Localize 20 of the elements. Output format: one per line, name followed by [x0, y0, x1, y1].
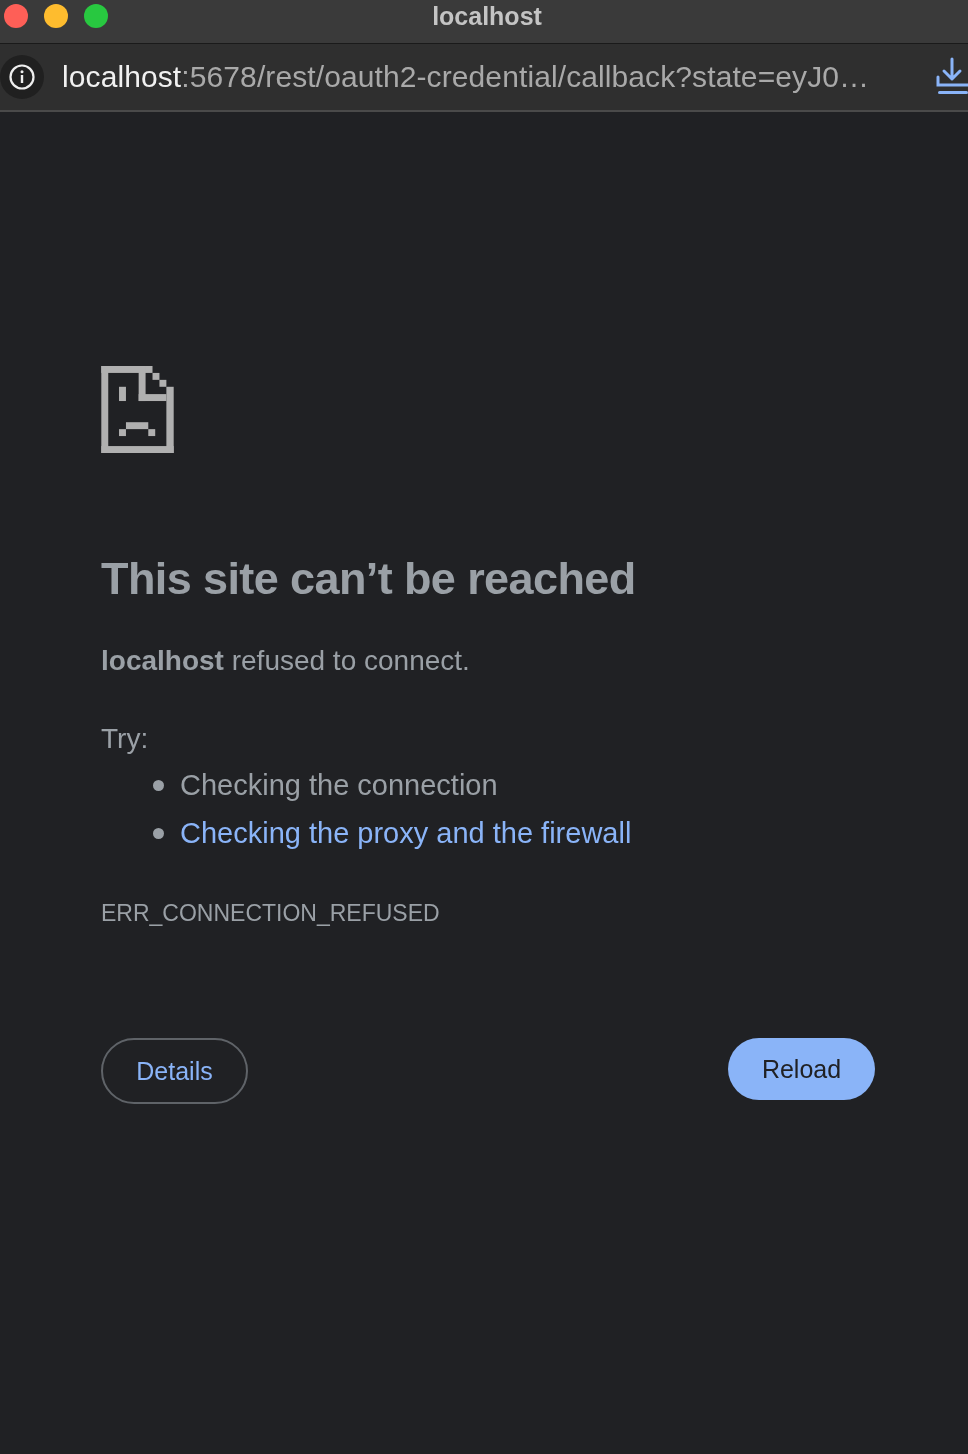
error-heading: This site can’t be reached: [101, 552, 636, 606]
details-button[interactable]: Details: [101, 1038, 248, 1104]
bullet-icon: [153, 779, 164, 791]
minimize-icon[interactable]: [44, 4, 68, 28]
error-code: ERR_CONNECTION_REFUSED: [101, 899, 440, 928]
info-button[interactable]: [0, 55, 44, 99]
download-button[interactable]: [936, 57, 968, 97]
suggestion-link[interactable]: Checking the proxy and the firewall: [180, 815, 632, 851]
info-icon: [9, 64, 35, 90]
try-label: Try:: [101, 722, 149, 756]
reload-button[interactable]: Reload: [728, 1038, 875, 1100]
bullet-icon: [153, 827, 164, 839]
close-icon[interactable]: [4, 4, 28, 28]
maximize-icon[interactable]: [84, 4, 108, 28]
suggestion-text: Checking the connection: [180, 768, 498, 803]
sad-page-icon: [101, 366, 174, 453]
error-message: localhost refused to connect.: [101, 644, 470, 678]
url-text[interactable]: localhost:5678/rest/oauth2-credential/callback?state=eyJ0…: [62, 60, 870, 93]
window-title: localhost: [431, 2, 542, 30]
download-icon: [936, 57, 968, 97]
